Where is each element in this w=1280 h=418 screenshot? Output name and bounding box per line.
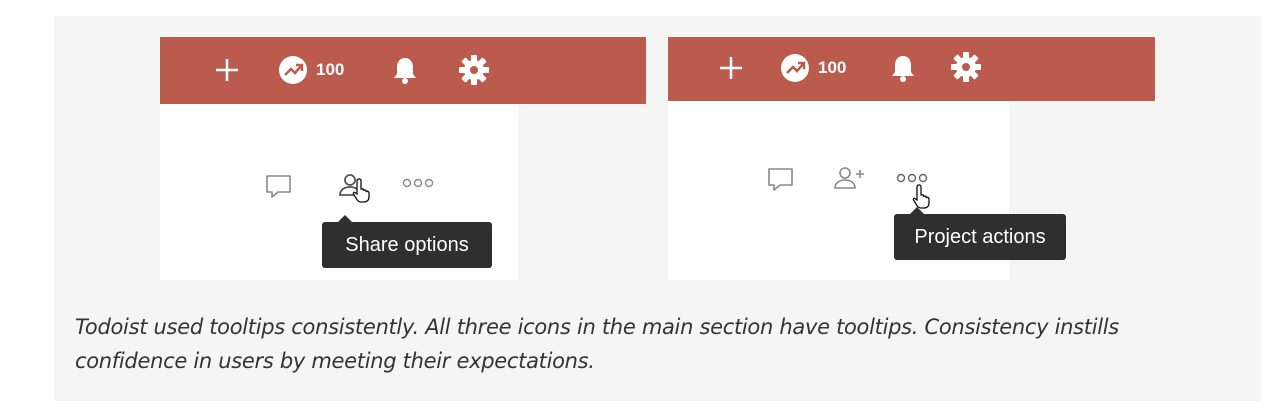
screenshot-project-actions: 100 Project actions	[668, 37, 1155, 280]
karma-icon	[279, 56, 307, 84]
top-bar: 100	[160, 37, 646, 104]
plus-icon	[216, 59, 238, 81]
comment-button[interactable]	[766, 166, 796, 197]
project-actions-tooltip: Project actions	[894, 207, 1066, 260]
top-bar: 100	[668, 37, 1155, 101]
more-actions-button[interactable]	[402, 176, 436, 195]
gear-icon	[951, 52, 981, 82]
pointer-cursor	[352, 177, 374, 208]
share-button[interactable]	[834, 165, 866, 196]
comment-icon	[768, 168, 793, 191]
comment-icon	[266, 175, 291, 198]
figure-caption: Todoist used tooltips consistently. All …	[75, 315, 1119, 373]
comment-button[interactable]	[264, 173, 294, 204]
gear-icon	[459, 55, 489, 85]
figure: 100 Share options 100 Project actions To…	[54, 16, 1261, 401]
plus-icon	[720, 57, 742, 79]
settings-button[interactable]	[458, 55, 490, 85]
bell-icon	[394, 58, 416, 84]
karma-button[interactable]: 100	[278, 55, 344, 85]
add-task-button[interactable]	[716, 53, 746, 83]
more-icon	[402, 178, 434, 188]
pointer-cursor-icon	[352, 178, 370, 203]
side-area	[518, 104, 646, 280]
karma-button[interactable]: 100	[780, 53, 846, 83]
screenshot-share-options: 100 Share options	[160, 37, 646, 280]
settings-button[interactable]	[950, 52, 982, 82]
notifications-button[interactable]	[888, 53, 918, 83]
karma-icon	[781, 54, 809, 82]
add-task-button[interactable]	[212, 55, 242, 85]
share-icon	[834, 167, 864, 189]
notifications-button[interactable]	[390, 55, 420, 85]
bell-icon	[892, 56, 914, 82]
share-options-tooltip: Share options	[322, 215, 492, 268]
karma-count: 100	[316, 60, 345, 79]
karma-count: 100	[818, 58, 847, 77]
pointer-cursor-icon	[912, 184, 930, 209]
